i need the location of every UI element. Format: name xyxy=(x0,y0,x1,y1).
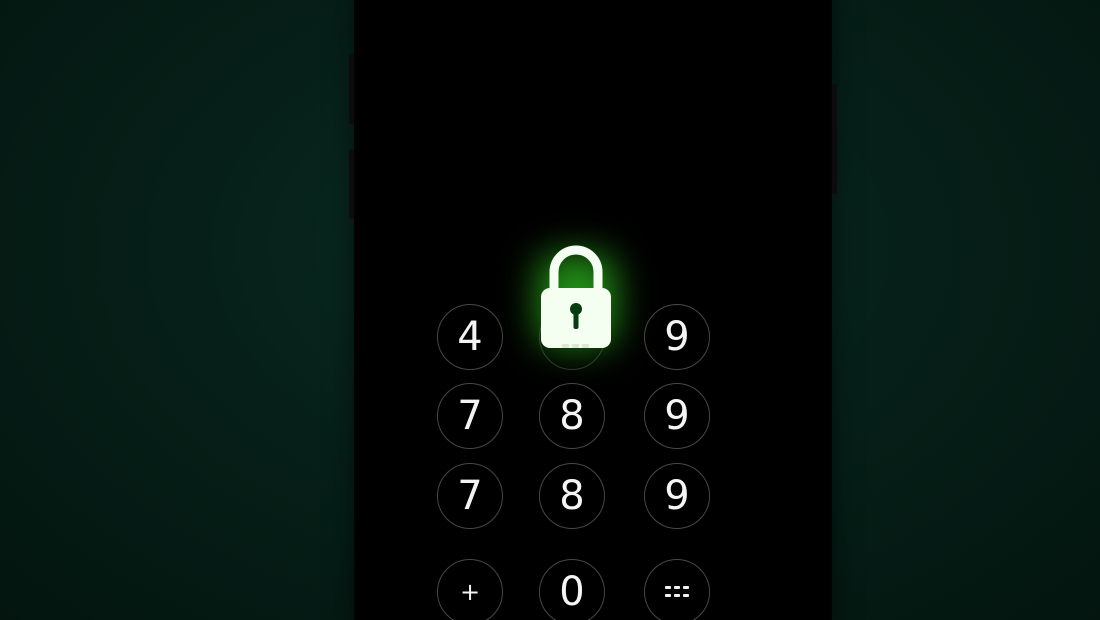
padlock-icon xyxy=(541,245,611,348)
keypad-key[interactable]: 8 xyxy=(539,463,605,529)
side-button xyxy=(349,149,354,219)
keypad-key[interactable]: 9 xyxy=(644,383,710,449)
keypad-key-plus[interactable]: + xyxy=(437,559,503,620)
keypad-key-more[interactable] xyxy=(644,559,710,620)
keypad-key[interactable]: 9 xyxy=(644,463,710,529)
side-button xyxy=(832,84,837,194)
side-button xyxy=(349,54,354,124)
keypad-key[interactable]: 8 xyxy=(539,383,605,449)
lock-status xyxy=(526,234,626,364)
keypad-key[interactable]: 9 xyxy=(644,304,710,370)
keypad-key[interactable]: 4 xyxy=(437,304,503,370)
keypad-key[interactable]: 7 xyxy=(437,383,503,449)
keypad-key[interactable]: 7 xyxy=(437,463,503,529)
phone-device: 4 9 7 8 9 7 8 9 + 0 xyxy=(349,0,837,620)
keypad-key[interactable]: 0 xyxy=(539,559,605,620)
dots-grid-icon xyxy=(665,586,689,597)
